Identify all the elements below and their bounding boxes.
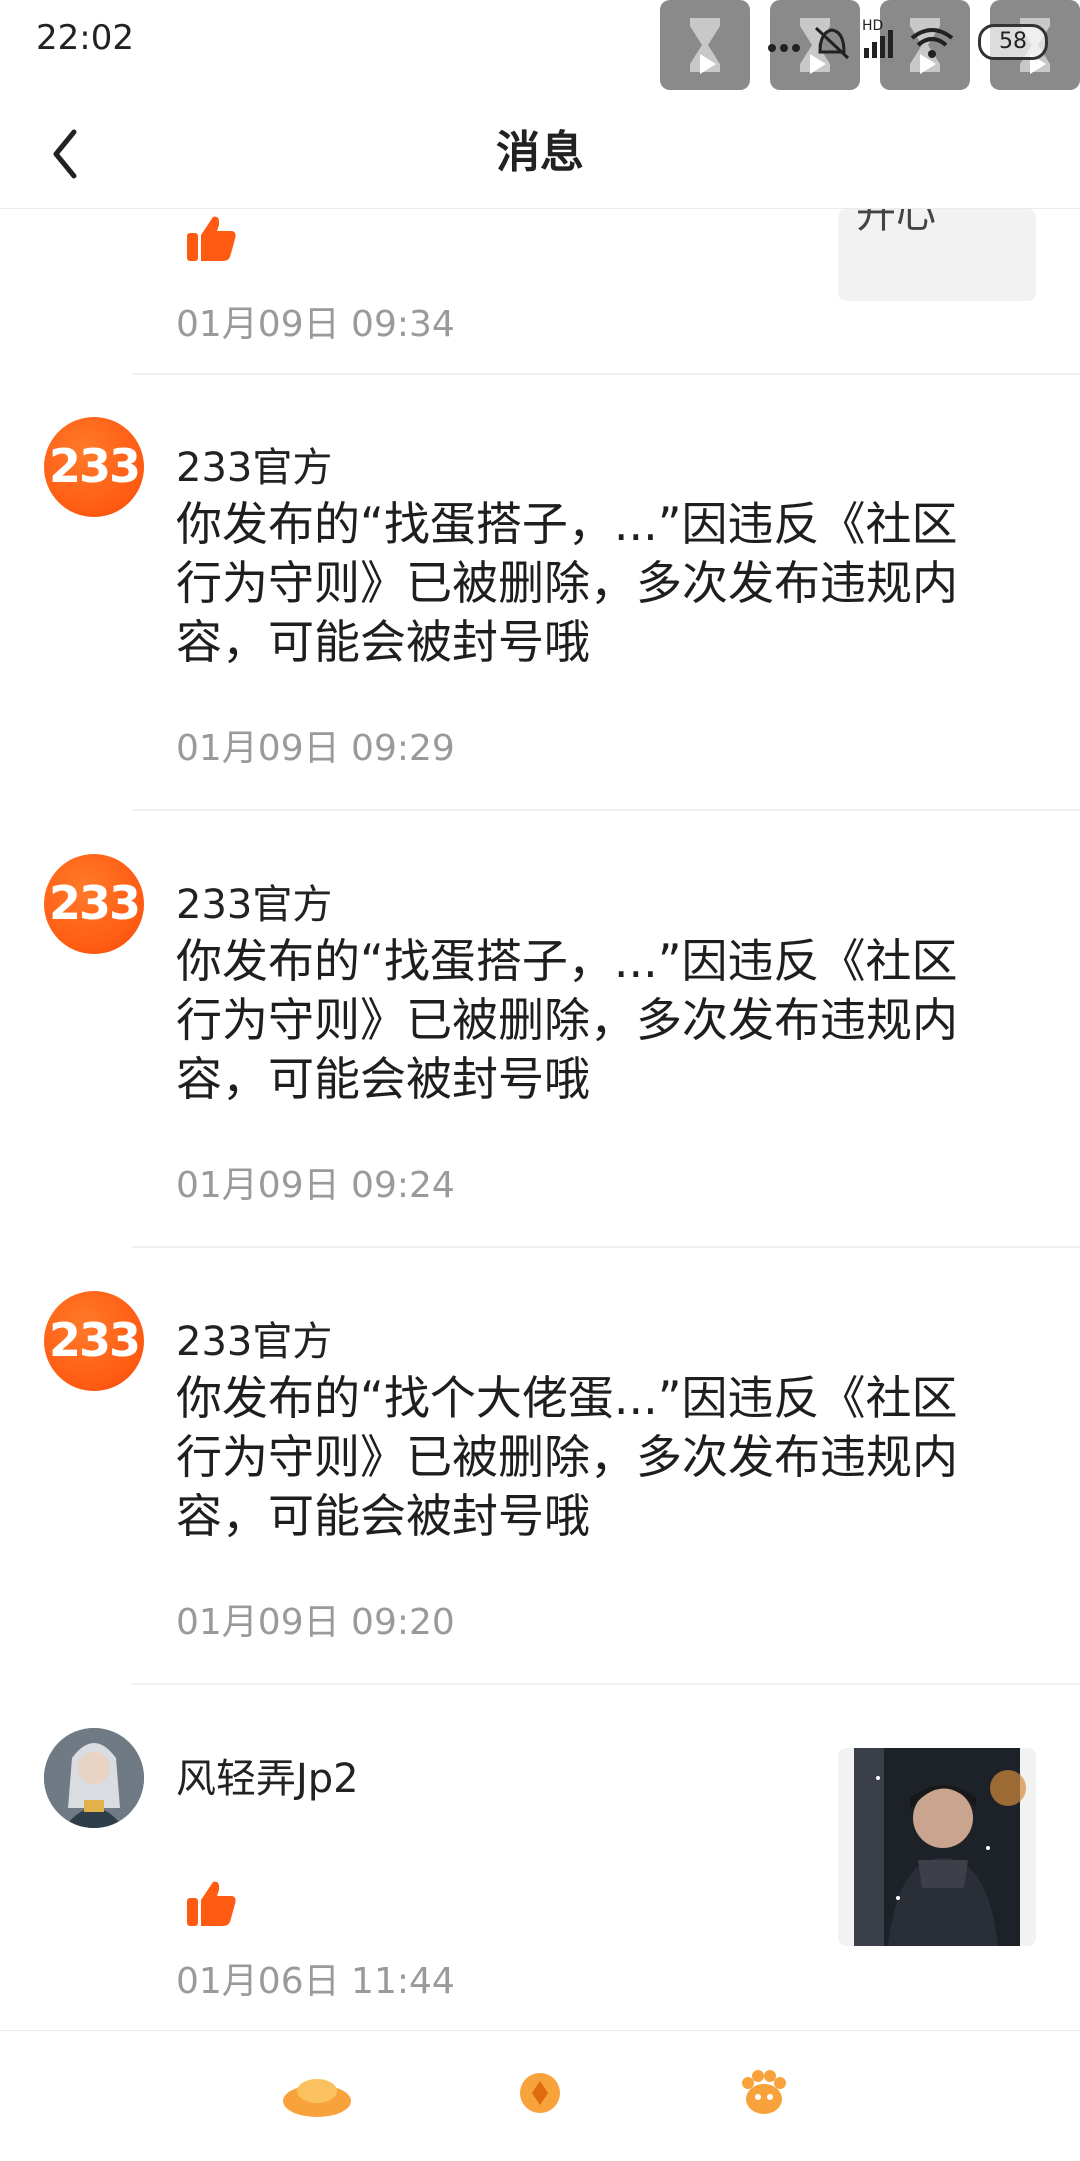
thumbs-up-icon [187,1881,236,1926]
avatar[interactable] [44,1728,144,1828]
sender-name[interactable]: 风轻弄Jp2 [176,1746,359,1804]
sender-name[interactable]: 233官方 [176,435,332,493]
battery-indicator: 58 [978,24,1048,60]
sender-name[interactable]: 233官方 [176,872,332,930]
list-item[interactable]: 233 233官方 你发布的“找蛋搭子，...”因违反《社区行为守则》已被删除，… [0,812,1080,1248]
timestamp: 01月09日 09:29 [176,728,455,769]
message-text: 你发布的“找蛋搭子，...”因违反《社区行为守则》已被删除，多次发布违规内容，可… [176,934,958,1106]
list-item[interactable]: 01月09日 09:34 开心 [0,209,1080,375]
timestamp: 01月09日 09:20 [176,1602,455,1643]
avatar[interactable]: 233 [44,1291,144,1391]
timestamp: 01月09日 09:24 [176,1165,455,1206]
list-item[interactable]: 风轻弄Jp2 01月06日 11:44 [0,1686,1080,2029]
status-time: 22:02 [36,18,134,58]
status-bar: 22:02 HD 58 [0,0,1080,100]
coin-icon[interactable] [518,2071,562,2115]
top-app-bar: 消息 [0,100,1080,209]
network-label: HD [862,18,883,34]
post-preview[interactable] [838,1748,1036,1946]
avatar[interactable]: 233 [44,417,144,517]
sender-name[interactable]: 233官方 [176,1309,332,1367]
timestamp: 01月09日 09:34 [176,304,455,345]
user-avatar-image [44,1728,144,1828]
list-item[interactable]: 233 233官方 你发布的“找蛋搭子，...”因违反《社区行为守则》已被删除，… [0,375,1080,811]
list-item[interactable]: 233 233官方 你发布的“找个大佬蛋...”因违反《社区行为守则》已被删除，… [0,1249,1080,1685]
divider [132,809,1080,811]
divider [132,1246,1080,1248]
bottom-bar [0,2030,1080,2161]
hourglass-icon [690,18,720,74]
page-title: 消息 [496,127,584,178]
message-text: 你发布的“找蛋搭子，...”因违反《社区行为守则》已被删除，多次发布违规内容，可… [176,497,958,669]
timestamp: 01月06日 11:44 [176,1961,455,2002]
divider [132,1683,1080,1685]
avatar[interactable]: 233 [44,854,144,954]
post-preview-image [854,1748,1026,1946]
mute-bell-icon [814,26,850,60]
post-preview-text: 开心 [856,209,936,237]
message-list[interactable]: 01月09日 09:34 开心 233 233官方 你发布的“找蛋搭子，...”… [0,209,1080,2029]
wifi-icon [910,28,954,58]
paw-icon[interactable] [738,2067,790,2119]
signal-icon [864,30,893,58]
thumbs-up-icon [187,216,236,261]
floating-hourglass-button[interactable] [660,0,750,90]
post-preview[interactable]: 开心 [838,209,1036,301]
message-text: 你发布的“找个大佬蛋...”因违反《社区行为守则》已被删除，多次发布违规内容，可… [176,1371,958,1543]
gold-ingot-icon[interactable] [280,2071,354,2121]
